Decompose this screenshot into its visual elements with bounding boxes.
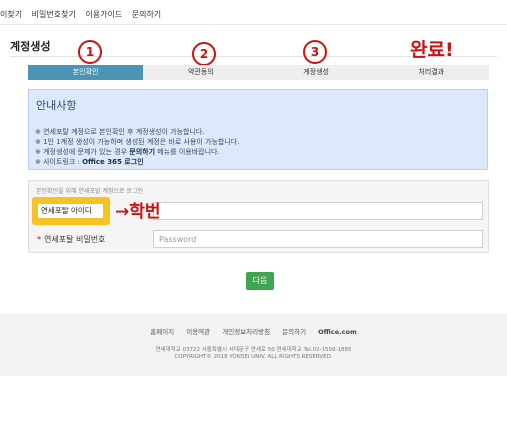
footer-link-homepage[interactable]: 홈페이지 — [150, 328, 174, 336]
annotation-highlight: 연세포탈 아이디 — [32, 197, 110, 225]
top-nav-contact[interactable]: 문의하기 — [132, 10, 161, 19]
top-divider — [0, 24, 507, 25]
annotation-circle-2: 2 — [192, 42, 216, 66]
notice-title: 안내사항 — [36, 99, 77, 112]
top-nav-links: 이찾기 비밀번호찾기 이용가이드 문의하기 — [0, 9, 168, 20]
footer-link-office[interactable]: Office.com — [318, 328, 357, 336]
top-nav-find-password[interactable]: 비밀번호찾기 — [32, 10, 76, 19]
annotation-done: 완료! — [410, 39, 454, 61]
annotation-student-id: →학번 — [115, 202, 161, 222]
step-account-creation: 계정생성 — [258, 65, 374, 80]
office365-login-link[interactable]: Office 365 로그인 — [82, 158, 143, 166]
top-nav-guide[interactable]: 이용가이드 — [85, 10, 122, 19]
footer-link-terms[interactable]: 이용약관 — [186, 328, 210, 336]
footer: 홈페이지 이용약관 개인정보처리방침 문의하기 Office.com 연세대학교… — [0, 314, 507, 376]
footer-address: 연세대학교 03722 서울특별시 서대문구 연세로 50 연세대학교 Tel.… — [155, 347, 352, 353]
step-progress-bar: 본인확인 약관동의 계정생성 처리결과 — [28, 65, 489, 80]
step-terms-agreement: 약관동의 — [143, 65, 259, 80]
step-identity-check: 본인확인 — [28, 65, 144, 80]
notice-panel: 안내사항 ※ 연세포탈 계정으로 본인확인 후 계정생성이 가능합니다. ※ 1… — [28, 89, 488, 170]
top-nav-find-id[interactable]: 이찾기 — [0, 10, 22, 19]
page-title: 계정생성 — [10, 40, 51, 53]
top-navigation: 이찾기 비밀번호찾기 이용가이드 문의하기 — [0, 0, 507, 25]
portal-id-input[interactable] — [153, 202, 483, 220]
step-result: 처리결과 — [373, 65, 489, 80]
notice-item: ※ 계정생성에 문제가 있는 경우 문의하기 메뉴를 이용바랍니다. — [35, 148, 220, 156]
portal-password-label: * 연세포탈 비밀번호 — [37, 235, 106, 244]
notice-item: ※ 연세포탈 계정으로 본인확인 후 계정생성이 가능합니다. — [35, 128, 205, 136]
footer-copyright: COPYRIGHT© 2018 YONSEI UNIV. ALL RIGHTS … — [174, 354, 333, 360]
required-mark: * — [37, 235, 41, 244]
portal-password-input[interactable] — [153, 230, 483, 248]
annotation-circle-3: 3 — [303, 40, 327, 64]
form-caption: 본인확인을 위해 연세포탈 계정으로 로그인 — [36, 188, 143, 195]
footer-link-privacy[interactable]: 개인정보처리방침 — [222, 328, 270, 336]
notice-item: ※ 1인 1계정 생성이 가능하며 생성된 계정은 바로 사용이 가능합니다. — [35, 138, 240, 146]
contact-link[interactable]: 문의하기 — [129, 148, 155, 156]
notice-item: ※ 사이트링크 : Office 365 로그인 — [35, 158, 144, 166]
portal-id-label: 연세포탈 아이디 — [38, 204, 103, 218]
footer-link-contact[interactable]: 문의하기 — [282, 328, 306, 336]
annotation-circle-1: 1 — [78, 40, 102, 64]
footer-links: 홈페이지 이용약관 개인정보처리방침 문의하기 Office.com — [0, 326, 507, 336]
next-button[interactable]: 다음 — [246, 272, 274, 290]
notice-list: ※ 연세포탈 계정으로 본인확인 후 계정생성이 가능합니다. ※ 1인 1계정… — [35, 127, 239, 167]
